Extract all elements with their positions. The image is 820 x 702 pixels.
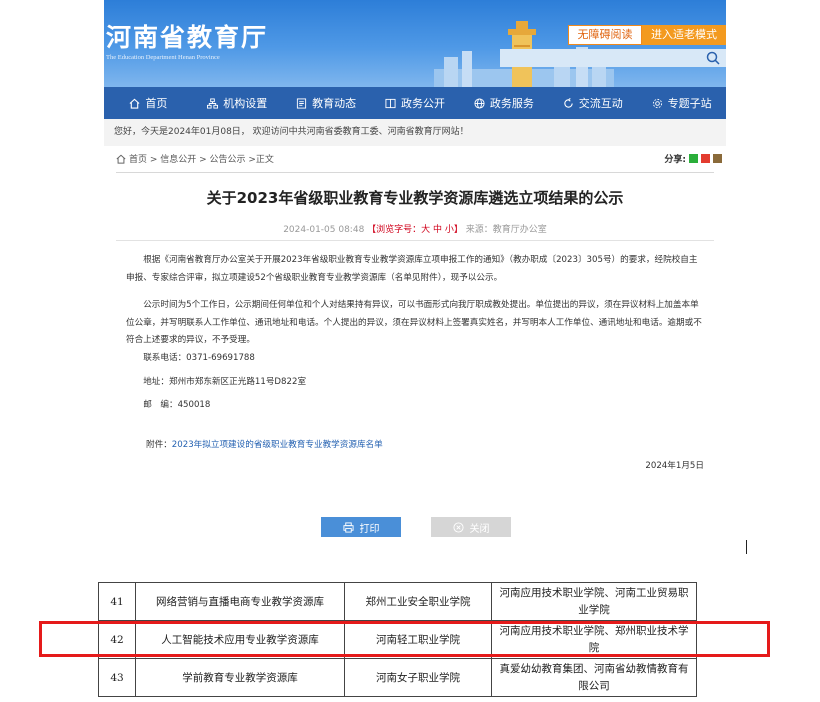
print-label: 打印 <box>359 523 380 535</box>
sign-date: 2024年1月5日 <box>645 461 704 471</box>
page: 河南省教育厅 The Education Department Henan Pr… <box>104 0 726 556</box>
nav-label: 专题子站 <box>667 97 712 110</box>
main-nav: 首页 机构设置 教育动态 政务公开 政务服务 交流互动 专题子站 <box>104 87 726 119</box>
attachment-label: 附件： <box>146 440 172 450</box>
breadcrumb-text[interactable]: 首页 > 信息公开 > 公告公示 >正文 <box>129 152 274 165</box>
cell-no: 41 <box>98 582 136 621</box>
nav-item-service[interactable]: 政务服务 <box>459 87 548 119</box>
cell-host: 郑州工业安全职业学院 <box>344 582 492 621</box>
cell-no: 43 <box>98 658 136 697</box>
nav-label: 政务公开 <box>401 97 445 110</box>
article-meta: 2024-01-05 08:48 【浏览字号：大 中 小】 来源：教育厅办公室 <box>104 222 726 235</box>
print-button[interactable]: 打印 <box>321 517 401 537</box>
document-icon <box>385 98 396 108</box>
gear-icon <box>652 98 662 108</box>
nav-label: 教育动态 <box>312 97 357 110</box>
highlight-box <box>39 621 770 657</box>
org-icon <box>207 97 219 109</box>
text-cursor <box>746 540 747 554</box>
search-input[interactable] <box>500 49 726 67</box>
nav-label: 政务服务 <box>489 97 534 110</box>
cell-partners: 真爱幼幼教育集团、河南省幼教情教育有限公司 <box>491 658 697 697</box>
nav-item-home[interactable]: 首页 <box>104 87 193 119</box>
nav-item-interact[interactable]: 交流互动 <box>548 87 637 119</box>
printer-icon <box>342 521 354 533</box>
font-size-selector[interactable]: 【浏览字号：大 中 小】 <box>367 225 463 235</box>
table-row: 41 网络营销与直播电商专业教学资源库 郑州工业安全职业学院 河南应用技术职业学… <box>98 582 697 621</box>
table-row: 43 学前教育专业教学资源库 河南女子职业学院 真爱幼幼教育集团、河南省幼教情教… <box>98 658 697 697</box>
cell-host: 河南女子职业学院 <box>344 658 492 697</box>
globe-icon <box>474 97 485 109</box>
welcome-bar: 您好，今天是2024年01月08日， 欢迎访问中共河南省委教育工委、河南省教育厅… <box>104 119 726 146</box>
home-icon <box>129 98 140 109</box>
share-bar: 分享: <box>664 152 722 165</box>
weibo-share-icon[interactable] <box>701 154 710 163</box>
search-icon[interactable] <box>706 51 720 65</box>
article-body: 根据《河南省教育厅办公室关于开展2023年省级职业教育专业教学资源库立项申报工作… <box>126 252 706 415</box>
close-icon <box>452 521 464 533</box>
attachment: 附件：2023年拟立项建设的省级职业教育专业教学资源库名单 <box>146 438 383 450</box>
nav-item-topics[interactable]: 专题子站 <box>637 87 726 119</box>
share-label: 分享: <box>664 155 686 165</box>
nav-item-public[interactable]: 政务公开 <box>371 87 460 119</box>
site-subtitle: The Education Department Henan Province <box>106 54 220 61</box>
nav-label: 首页 <box>145 97 168 110</box>
divider <box>116 172 714 173</box>
close-button[interactable]: 关闭 <box>431 517 511 537</box>
site-title: 河南省教育厅 <box>106 23 269 52</box>
news-icon <box>297 97 307 109</box>
elder-mode-button[interactable]: 进入适老模式 <box>642 25 726 45</box>
divider <box>116 240 714 241</box>
cell-name: 学前教育专业教学资源库 <box>135 658 345 697</box>
home-icon <box>116 154 126 164</box>
interact-icon <box>564 97 573 108</box>
cell-partners: 河南应用技术职业学院、河南工业贸易职业学院 <box>491 582 697 621</box>
nav-label: 机构设置 <box>223 97 268 110</box>
contact-postcode: 邮 编：450018 <box>143 400 211 411</box>
article-date: 2024-01-05 08:48 <box>283 225 365 235</box>
nav-item-news[interactable]: 教育动态 <box>282 87 371 119</box>
nav-item-org[interactable]: 机构设置 <box>193 87 282 119</box>
wechat-share-icon[interactable] <box>689 154 698 163</box>
article-source: 来源：教育厅办公室 <box>465 225 547 235</box>
contact-address: 地址：郑州市郑东新区正光路11号D822室 <box>143 376 307 387</box>
paragraph: 公示时间为5个工作日，公示期间任何单位和个人对结果持有异议，可以书面形式向我厅职… <box>126 300 702 346</box>
cell-name: 网络营销与直播电商专业教学资源库 <box>135 582 345 621</box>
header-banner: 河南省教育厅 The Education Department Henan Pr… <box>104 0 726 87</box>
breadcrumb: 首页 > 信息公开 > 公告公示 >正文 <box>116 152 274 165</box>
attachment-link[interactable]: 2023年拟立项建设的省级职业教育专业教学资源库名单 <box>172 440 383 450</box>
article-title: 关于2023年省级职业教育专业教学资源库遴选立项结果的公示 <box>206 189 624 207</box>
close-label: 关闭 <box>469 523 490 535</box>
nav-label: 交流互动 <box>578 97 623 110</box>
print-share-icon[interactable] <box>713 154 722 163</box>
paragraph: 根据《河南省教育厅办公室关于开展2023年省级职业教育专业教学资源库立项申报工作… <box>126 255 698 283</box>
contact-phone: 联系电话：0371-69691788 <box>143 352 255 363</box>
accessible-reading-button[interactable]: 无障碍阅读 <box>568 25 642 45</box>
